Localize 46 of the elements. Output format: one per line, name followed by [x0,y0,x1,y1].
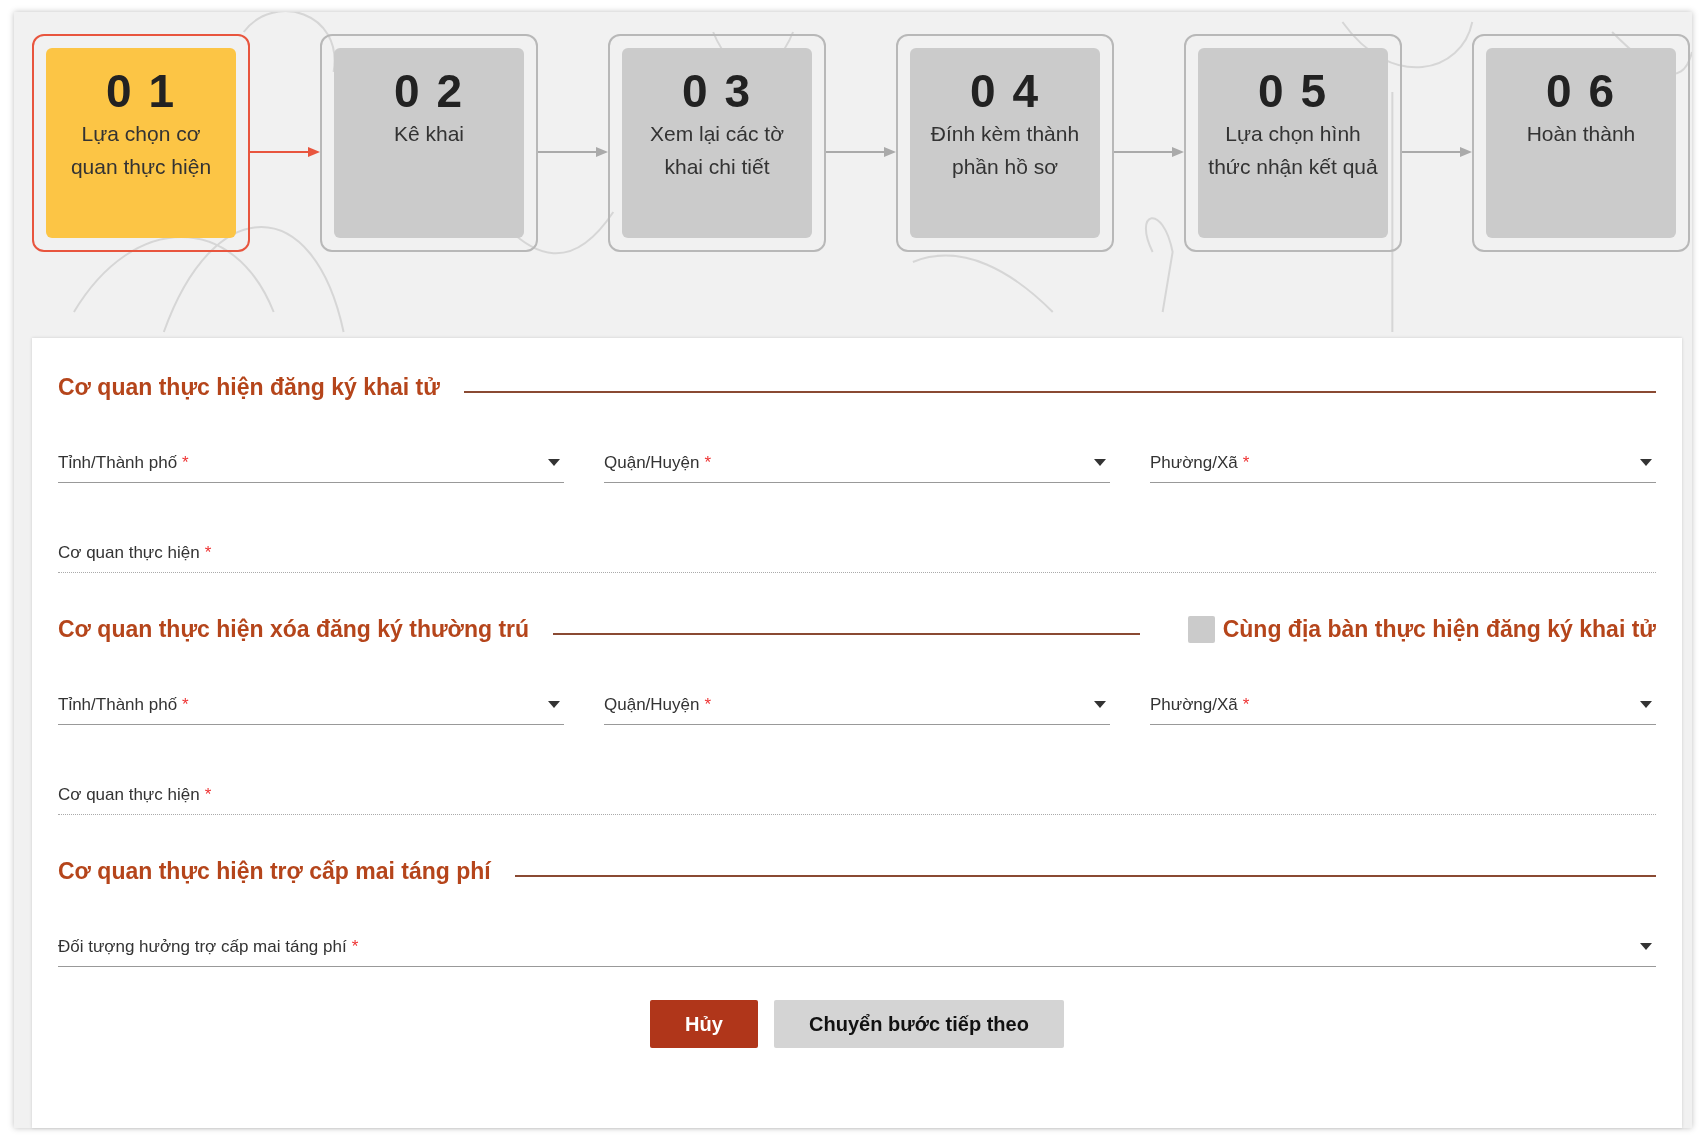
dropdown-field[interactable]: Quận/Huyện * [604,685,1110,725]
dropdown-field[interactable]: Tỉnh/Thành phố * [58,685,564,725]
step-number: 0 5 [1257,66,1329,117]
step-tab[interactable]: 0 2 Kê khai [320,34,538,252]
arrow-icon [826,146,896,158]
caret-icon [1640,943,1652,950]
cancel-button[interactable]: Hủy [650,1000,758,1048]
step-number: 0 6 [1545,66,1617,117]
step-tab[interactable]: 0 5 Lựa chọn hình thức nhận kết quả [1184,34,1402,252]
caret-icon [1640,701,1652,708]
caret-icon [1094,701,1106,708]
dropdown-field[interactable]: Quận/Huyện * [604,443,1110,483]
step-label: Lựa chọn hình thức nhận kết quả [1207,120,1379,180]
step-tab[interactable]: 0 1 Lựa chọn cơ quan thực hiện [32,34,250,252]
step-tab[interactable]: 0 3 Xem lại các tờ khai chi tiết [608,34,826,252]
checkbox-label: Cùng địa bàn thực hiện đăng ký khai tử [1222,614,1656,644]
step-tab[interactable]: 0 4 Đính kèm thành phần hồ sơ [896,34,1114,252]
step-number: 0 1 [105,66,177,117]
arrow-icon [1114,146,1184,158]
input-field[interactable]: Cơ quan thực hiện * [58,533,1656,573]
dropdown-field[interactable]: Đối tượng hưởng trợ cấp mai táng phí * [58,927,1656,967]
step-tab[interactable]: 0 6 Hoàn thành [1472,34,1690,252]
section-title: Cơ quan thực hiện xóa đăng ký thường trú [58,614,530,644]
step-label: Xem lại các tờ khai chi tiết [649,120,785,180]
dropdown-field[interactable]: Phường/Xã * [1150,685,1656,725]
step-number: 0 4 [969,66,1041,117]
caret-icon [1640,459,1652,466]
step-label: Đính kèm thành phần hồ sơ [929,120,1081,180]
caret-icon [1094,459,1106,466]
dropdown-field[interactable]: Phường/Xã * [1150,443,1656,483]
step-label: Lựa chọn cơ quan thực hiện [69,120,213,180]
step-number: 0 2 [393,66,465,117]
checkbox[interactable] [1187,615,1215,643]
arrow-icon [538,146,608,158]
input-field[interactable]: Cơ quan thực hiện * [58,775,1656,815]
next-step-button[interactable]: Chuyển bước tiếp theo [774,1000,1064,1048]
step-label: Hoàn thành [1525,120,1637,147]
section-title: Cơ quan thực hiện trợ cấp mai táng phí [58,856,491,886]
step-number: 0 3 [681,66,753,117]
section-title: Cơ quan thực hiện đăng ký khai tử [58,372,440,402]
caret-icon [548,701,560,708]
caret-icon [548,459,560,466]
dropdown-field[interactable]: Tỉnh/Thành phố * [58,443,564,483]
arrow-icon [250,146,320,158]
step-label: Kê khai [392,120,465,147]
arrow-icon [1402,146,1472,158]
